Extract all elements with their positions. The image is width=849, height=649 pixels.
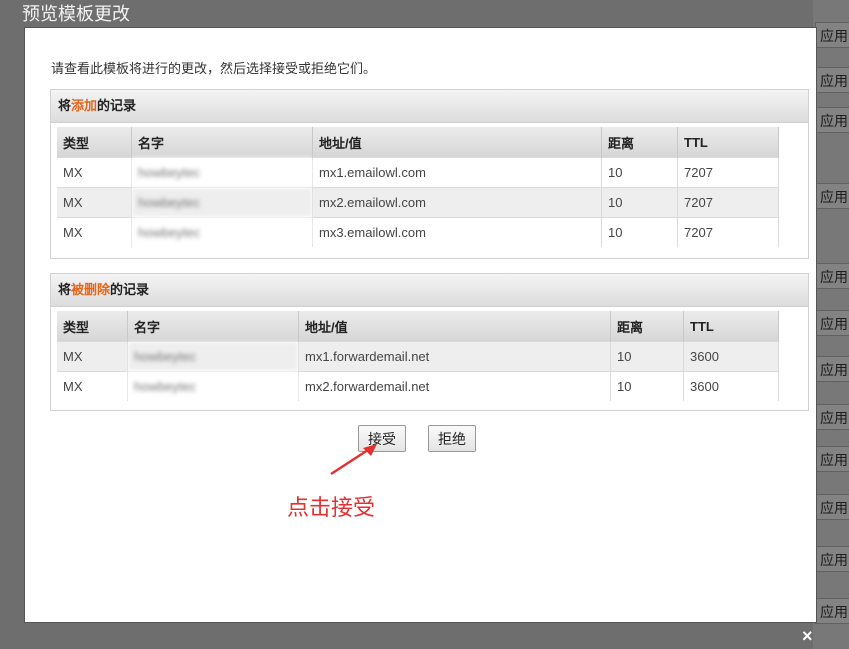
deleted-records-section: 将被删除的记录 类型 名字 地址/值 距离 TTL MX howbeytec m… bbox=[50, 273, 809, 411]
column-header-type: 类型 bbox=[57, 311, 128, 342]
annotation-arrow-icon bbox=[330, 444, 377, 476]
deleted-records-table: 类型 名字 地址/值 距离 TTL MX howbeytec mx1.forwa… bbox=[57, 311, 779, 401]
preview-dialog: 请查看此模板将进行的更改，然后选择接受或拒绝它们。 将添加的记录 类型 名字 地… bbox=[24, 27, 817, 623]
column-header-value: 地址/值 bbox=[298, 311, 611, 342]
added-records-section: 将添加的记录 类型 名字 地址/值 距离 TTL MX howbeytec mx… bbox=[50, 89, 809, 259]
column-header-distance: 距离 bbox=[601, 127, 678, 158]
table-row: MX howbeytec mx1.forwardemail.net 10 360… bbox=[57, 341, 779, 372]
dialog-intro: 请查看此模板将进行的更改，然后选择接受或拒绝它们。 bbox=[51, 61, 377, 76]
table-row: MX howbeytec mx1.emailowl.com 10 7207 bbox=[57, 157, 779, 188]
column-header-name: 名字 bbox=[131, 127, 313, 158]
added-section-heading: 将添加的记录 bbox=[51, 90, 808, 123]
blurred-name: howbeytec bbox=[127, 371, 299, 401]
column-header-ttl: TTL bbox=[677, 127, 779, 158]
column-header-value: 地址/值 bbox=[312, 127, 602, 158]
blurred-name: howbeytec bbox=[131, 187, 313, 218]
blurred-name: howbeytec bbox=[131, 157, 313, 188]
annotation-text: 点击接受 bbox=[287, 495, 376, 520]
close-icon[interactable]: × bbox=[802, 626, 813, 647]
dialog-title: 预览模板更改 bbox=[22, 4, 130, 24]
table-row: MX howbeytec mx3.emailowl.com 10 7207 bbox=[57, 217, 779, 247]
table-row: MX howbeytec mx2.emailowl.com 10 7207 bbox=[57, 187, 779, 218]
reject-button[interactable]: 拒绝 bbox=[428, 425, 476, 452]
added-records-table: 类型 名字 地址/值 距离 TTL MX howbeytec mx1.email… bbox=[57, 127, 779, 247]
column-header-name: 名字 bbox=[127, 311, 299, 342]
deleted-section-heading: 将被删除的记录 bbox=[51, 274, 808, 307]
blurred-name: howbeytec bbox=[127, 341, 299, 372]
column-header-distance: 距离 bbox=[610, 311, 684, 342]
table-row: MX howbeytec mx2.forwardemail.net 10 360… bbox=[57, 371, 779, 401]
column-header-ttl: TTL bbox=[683, 311, 779, 342]
blurred-name: howbeytec bbox=[131, 217, 313, 247]
column-header-type: 类型 bbox=[57, 127, 132, 158]
